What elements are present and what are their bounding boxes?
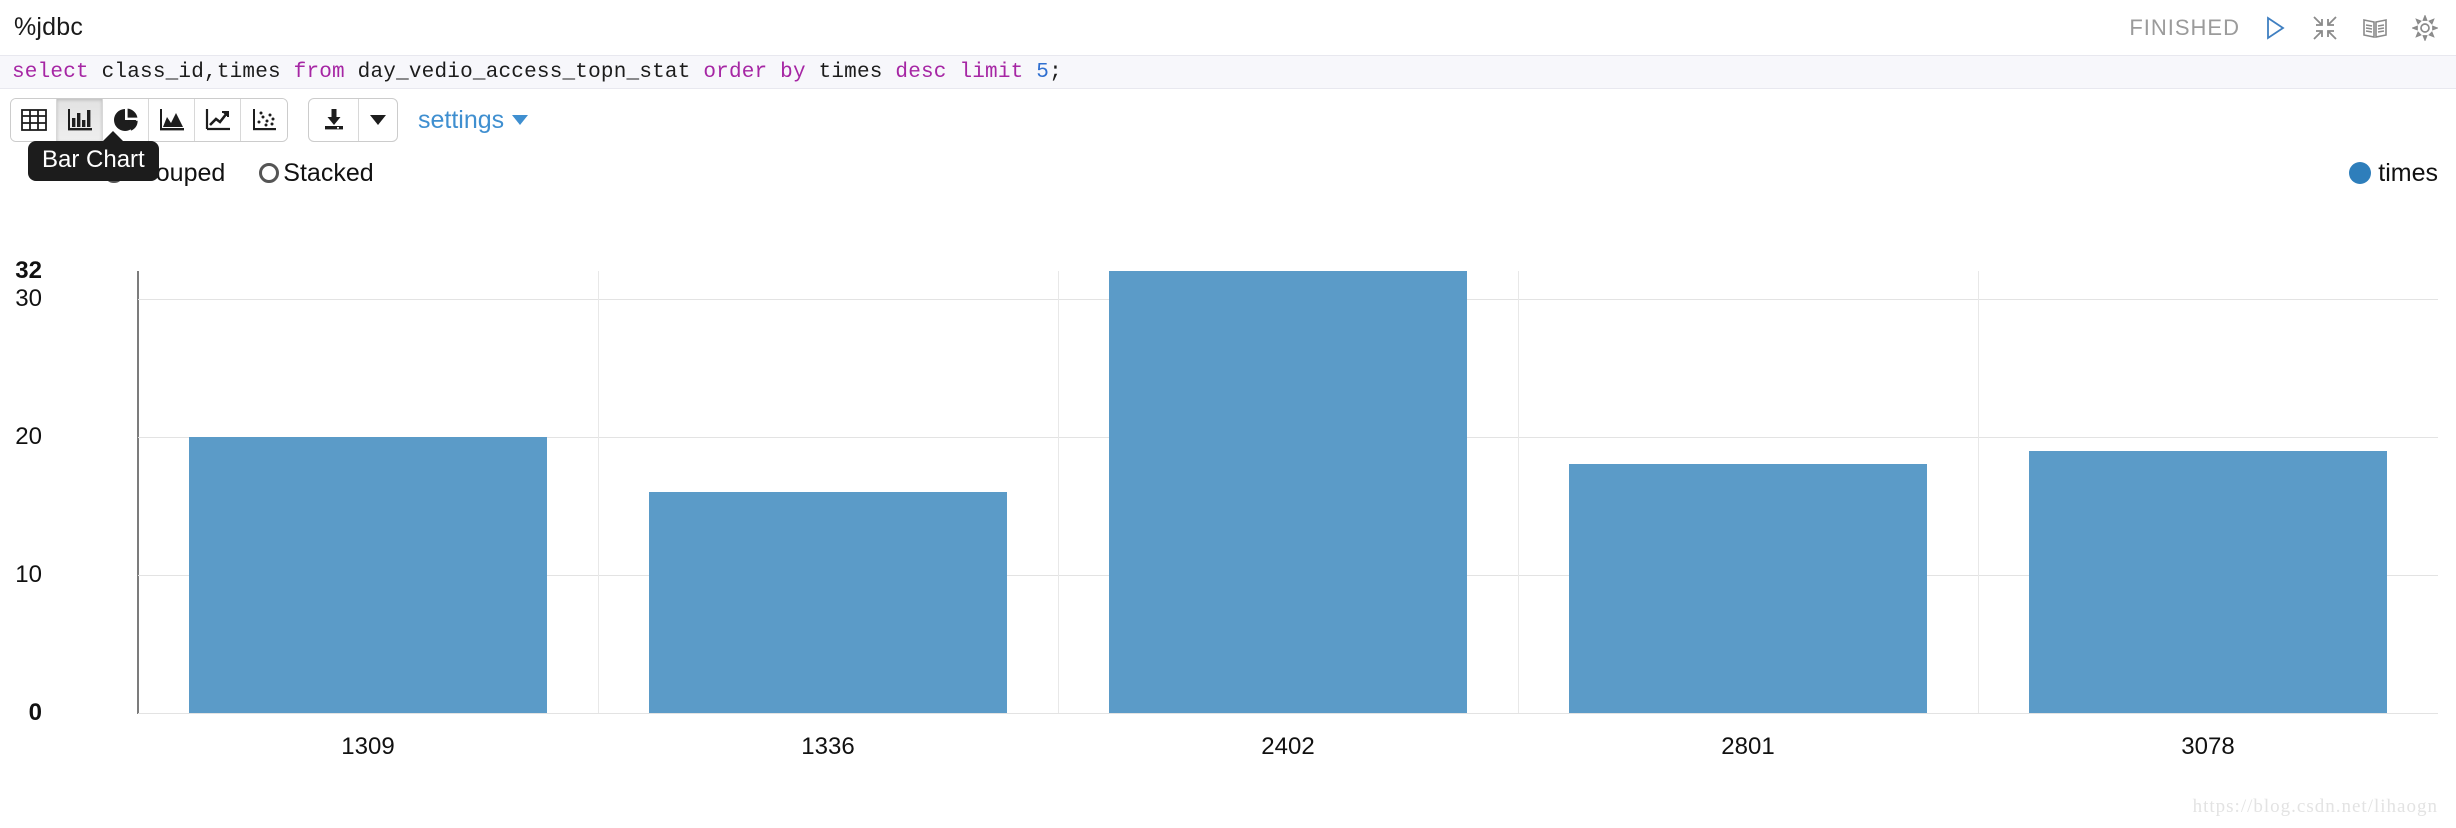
sql-code-line[interactable]: select class_id,times from day_vedio_acc… [12, 61, 1062, 84]
viz-button-area-chart[interactable] [149, 99, 195, 141]
sql-token-4: order [703, 60, 768, 84]
status-badge: FINISHED [2129, 14, 2240, 40]
bar-chart-tooltip: Bar Chart [28, 131, 159, 181]
y-gridline [138, 713, 2438, 714]
bar-1336[interactable] [648, 492, 1008, 713]
run-icon[interactable] [2260, 13, 2290, 43]
sql-token-8: desc [895, 60, 947, 84]
viz-button-table[interactable] [11, 99, 57, 141]
y-axis-tick-10: 10 [15, 560, 42, 588]
bar-1309[interactable] [188, 436, 548, 713]
viz-button-scatter-chart[interactable] [241, 99, 287, 141]
download-chevron-down-icon[interactable] [359, 99, 397, 141]
sql-token-6: by [780, 60, 806, 84]
settings-toggle[interactable]: settings [418, 105, 529, 135]
settings-label: settings [418, 105, 505, 134]
watermark: https://blog.csdn.net/lihaogn [2192, 796, 2438, 817]
y-axis-tick-30: 30 [15, 284, 42, 312]
radio-stacked[interactable]: Stacked [259, 158, 374, 188]
sql-token-9 [947, 61, 960, 84]
sql-token-3: day_vedio_access_topn_stat [344, 60, 704, 84]
x-axis-tick-2801: 2801 [1721, 733, 1775, 760]
download-icon[interactable] [309, 99, 359, 141]
settings-chevron-down-icon [512, 115, 529, 125]
x-gridline [1518, 271, 1519, 713]
y-axis-tick-20: 20 [15, 422, 42, 450]
interpreter-title: %jdbc [14, 13, 84, 41]
sql-token-11 [1023, 61, 1036, 84]
bar-3078[interactable] [2028, 450, 2388, 713]
sql-token-12: 5 [1036, 60, 1050, 84]
code-editor[interactable]: select class_id,times from day_vedio_acc… [0, 55, 2456, 89]
sql-token-5 [767, 61, 780, 84]
sql-token-2: from [293, 60, 345, 84]
x-axis-tick-1336: 1336 [801, 733, 855, 760]
viz-type-button-group [10, 98, 288, 142]
x-gridline [1058, 271, 1059, 713]
bar-2801[interactable] [1568, 464, 1928, 713]
gear-icon[interactable] [2410, 13, 2440, 43]
chart-options-row: Grouped Stacked Bar Chart times [0, 131, 2456, 195]
sql-token-0: select [12, 60, 89, 84]
header-controls: FINISHED [2129, 0, 2440, 55]
bar-chart: 32 30 20 10 0 1309 1336 2402 2801 3078 [0, 257, 2456, 772]
viz-button-bar-chart[interactable] [57, 99, 103, 141]
sql-token-1: class_id,times [88, 60, 294, 84]
sql-token-7: times [805, 60, 896, 84]
x-gridline [598, 271, 599, 713]
chart-plot-area: 32 30 20 10 0 1309 1336 2402 2801 3078 [15, 257, 2438, 760]
x-gridline [1978, 271, 1979, 713]
x-axis-tick-3078: 3078 [2181, 733, 2235, 760]
download-button-group [308, 98, 398, 142]
radio-stacked-label: Stacked [283, 158, 374, 187]
collapse-icon[interactable] [2310, 13, 2340, 43]
y-axis-tick-0: 0 [28, 699, 42, 726]
viz-button-line-chart[interactable] [195, 99, 241, 141]
x-axis-tick-2402: 2402 [1261, 733, 1315, 760]
sql-token-10: limit [959, 60, 1024, 84]
bar-2402[interactable] [1108, 271, 1468, 713]
paragraph-header: %jdbc FINISHED [0, 0, 2456, 55]
y-axis-tick-32: 32 [15, 257, 42, 284]
legend-series-label: times [2378, 158, 2438, 187]
x-axis-tick-1309: 1309 [341, 733, 395, 760]
visualization-toolbar: settings [0, 89, 2456, 151]
chart-legend: times [2349, 159, 2438, 188]
radio-stacked-indicator[interactable] [259, 163, 280, 183]
book-icon[interactable] [2360, 13, 2390, 43]
sql-token-13: ; [1049, 60, 1062, 84]
legend-color-swatch[interactable] [2349, 162, 2372, 184]
